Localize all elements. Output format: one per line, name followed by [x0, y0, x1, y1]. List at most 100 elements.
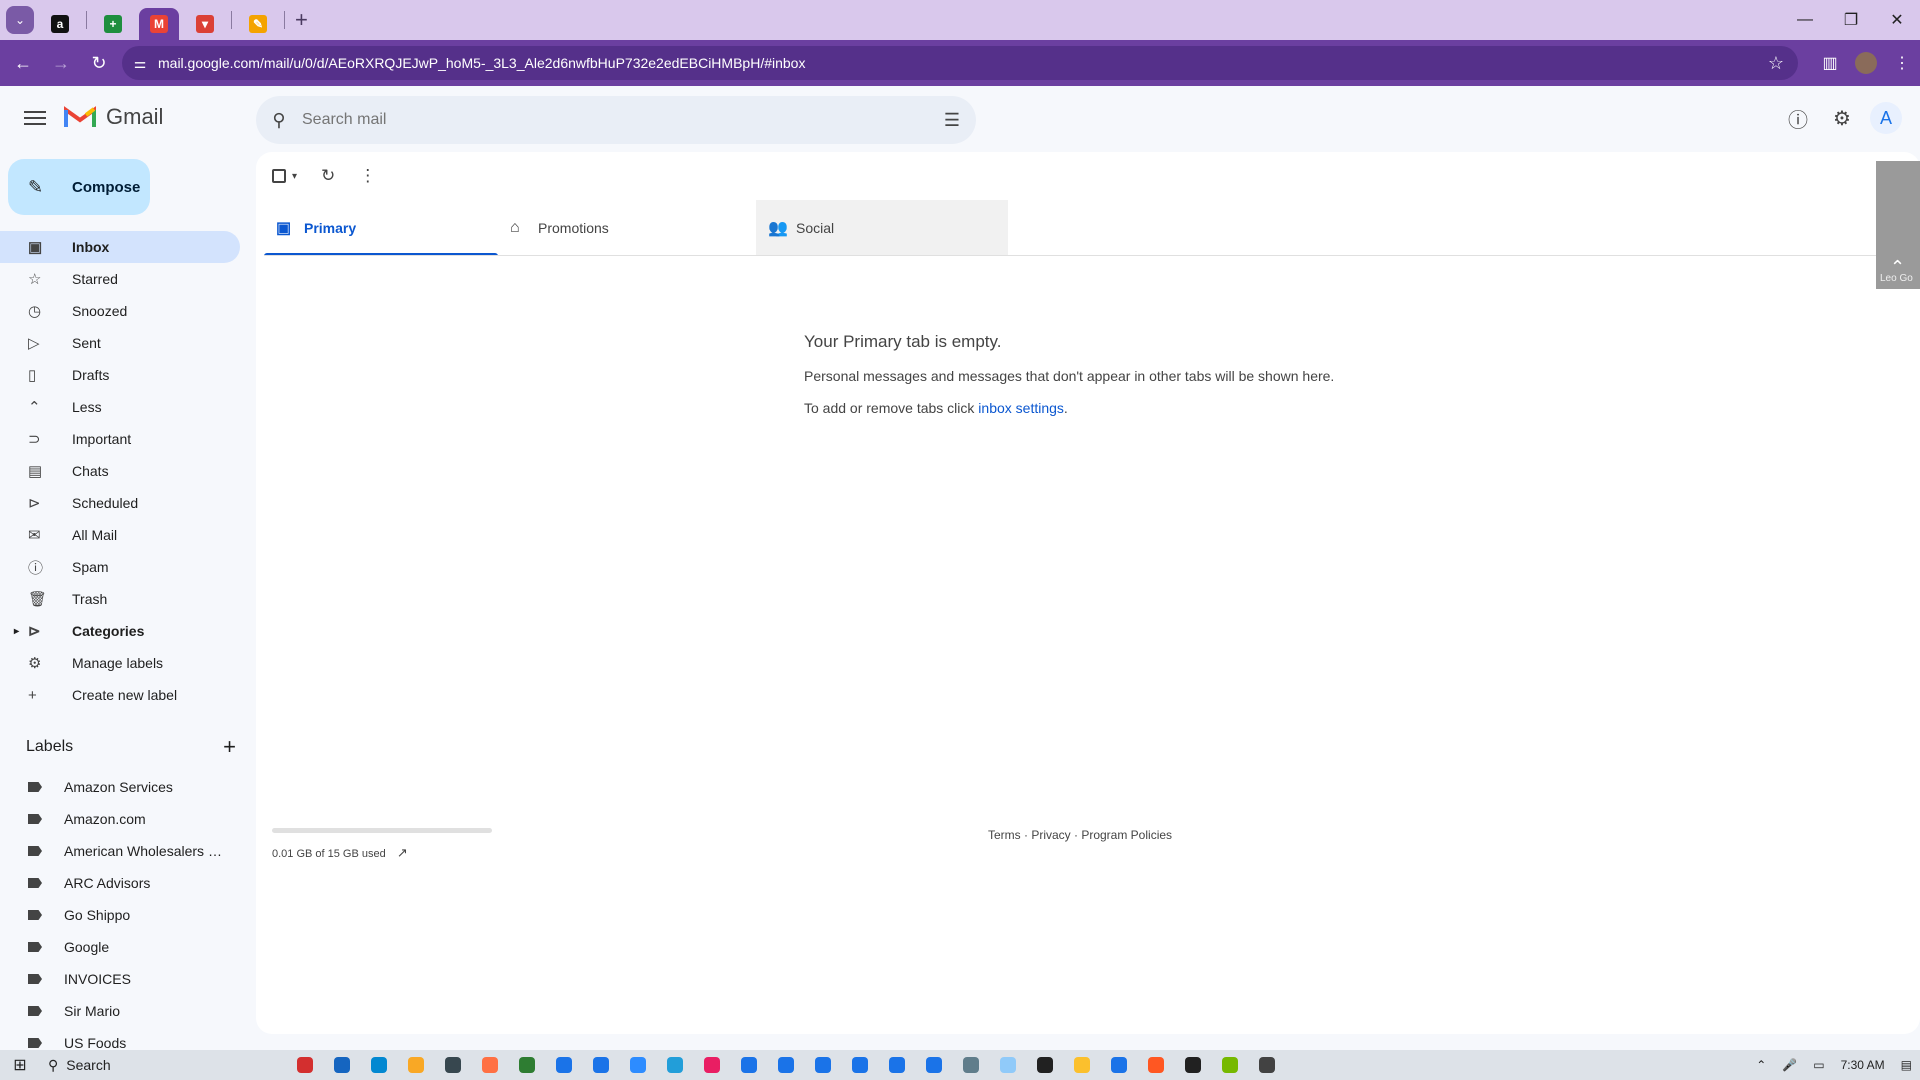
taskbar-app-icon[interactable] [323, 1057, 360, 1073]
profile-avatar[interactable] [1855, 52, 1877, 74]
taskbar-app-icon[interactable] [434, 1057, 471, 1073]
tray-chevron-icon[interactable]: ⌃ [1756, 1058, 1766, 1072]
taskbar-app-icon[interactable] [1026, 1057, 1063, 1073]
sidebar-item-important[interactable]: ⊃ Important [0, 423, 240, 455]
browser-tab[interactable]: a [40, 8, 80, 40]
taskbar-app-icon[interactable] [582, 1057, 619, 1073]
battery-icon[interactable]: ▭ [1813, 1058, 1824, 1072]
taskbar-app-icon[interactable] [619, 1057, 656, 1073]
search-icon[interactable]: ⚲ [256, 110, 302, 131]
tab-search-icon[interactable]: ⌄ [6, 6, 34, 34]
sidebar-item-inbox[interactable]: ▣ Inbox [0, 231, 240, 263]
search-options-icon[interactable]: ☰ [944, 110, 960, 131]
sidebar-item-categories[interactable]: ▸ ⊳ Categories [0, 615, 240, 647]
taskbar-app-icon[interactable] [360, 1057, 397, 1073]
main-menu-icon[interactable] [24, 107, 46, 129]
help-icon[interactable]: ⓘ [1776, 104, 1820, 133]
taskbar-app-icon[interactable] [471, 1057, 508, 1073]
taskbar-app-icon[interactable] [1100, 1057, 1137, 1073]
taskbar-app-icon[interactable] [804, 1057, 841, 1073]
taskbar-app-icon[interactable] [545, 1057, 582, 1073]
reload-icon[interactable]: ↻ [84, 53, 114, 74]
taskbar-app-icon[interactable] [989, 1057, 1026, 1073]
taskbar-app-icon[interactable] [508, 1057, 545, 1073]
bookmark-star-icon[interactable]: ☆ [1768, 53, 1784, 74]
sidebar-item-sent[interactable]: ▷ Sent [0, 327, 240, 359]
microphone-icon[interactable]: 🎤 [1782, 1058, 1797, 1072]
address-bar[interactable]: ⚌ mail.google.com/mail/u/0/d/AEoRXRQJEJw… [122, 46, 1798, 80]
restore-icon[interactable]: ❐ [1828, 10, 1874, 30]
account-avatar[interactable]: A [1870, 102, 1902, 134]
sidebar-item-all-mail[interactable]: ✉ All Mail [0, 519, 240, 551]
refresh-icon[interactable]: ↻ [321, 166, 335, 186]
sidebar-item-scheduled[interactable]: ⊳ Scheduled [0, 487, 240, 519]
taskbar-app-icon[interactable] [1248, 1057, 1285, 1073]
taskbar-app-icon[interactable] [878, 1057, 915, 1073]
browser-tab[interactable]: ✎ [238, 8, 278, 40]
label-item[interactable]: Amazon.com [0, 803, 240, 835]
taskbar-search[interactable]: ⚲ Search [40, 1050, 230, 1080]
label-item[interactable]: Google [0, 931, 240, 963]
taskbar-app-icon[interactable] [1211, 1057, 1248, 1073]
sidebar-item-spam[interactable]: ⓘ Spam [0, 551, 240, 583]
forward-icon[interactable]: → [46, 53, 76, 74]
gmail-logo[interactable]: Gmail [64, 104, 163, 130]
taskbar-app-icon[interactable] [1063, 1057, 1100, 1073]
taskbar-app-icon[interactable] [1174, 1057, 1211, 1073]
taskbar-app-icon[interactable] [730, 1057, 767, 1073]
taskbar-app-icon[interactable] [286, 1057, 323, 1073]
taskbar-app-icon[interactable] [693, 1057, 730, 1073]
url-text[interactable]: mail.google.com/mail/u/0/d/AEoRXRQJEJwP_… [158, 55, 805, 71]
close-icon[interactable]: ✕ [1874, 10, 1920, 30]
site-info-icon[interactable]: ⚌ [122, 55, 158, 72]
open-storage-icon[interactable]: ↗ [397, 845, 408, 860]
minimize-icon[interactable]: — [1782, 11, 1828, 29]
tab-social[interactable]: 👥 Social [756, 200, 1008, 256]
side-panel-icon[interactable]: ▥ [1812, 53, 1848, 73]
sidebar-item-drafts[interactable]: ▯ Drafts [0, 359, 240, 391]
taskbar-app-icon[interactable] [767, 1057, 804, 1073]
footer-links[interactable]: Terms · Privacy · Program Policies [988, 828, 1172, 842]
search-input[interactable] [302, 111, 902, 129]
sidebar-item-chats[interactable]: ▤ Chats [0, 455, 240, 487]
taskbar-app-icon[interactable] [397, 1057, 434, 1073]
browser-menu-icon[interactable]: ⋮ [1884, 53, 1920, 73]
compose-button[interactable]: ✎ Compose [8, 159, 150, 215]
clock-time[interactable]: 7:30 AM [1841, 1058, 1885, 1072]
sidebar-item-trash[interactable]: 🗑 Trash [0, 583, 240, 615]
browser-tab[interactable]: M [139, 8, 179, 40]
select-all-checkbox[interactable] [272, 169, 286, 183]
new-tab-button[interactable]: + [295, 7, 308, 33]
sidebar-item-snoozed[interactable]: ◷ Snoozed [0, 295, 240, 327]
select-caret-icon[interactable]: ▾ [292, 171, 297, 182]
browser-tab[interactable]: ▾ [185, 8, 225, 40]
label-item[interactable]: Go Shippo [0, 899, 240, 931]
label-item[interactable]: INVOICES [0, 963, 240, 995]
taskbar-app-icon[interactable] [841, 1057, 878, 1073]
windows-start-icon[interactable]: ⊞ [0, 1055, 40, 1075]
label-item[interactable]: American Wholesalers L... [0, 835, 240, 867]
add-label-plus-icon[interactable]: + [223, 734, 236, 760]
side-video-thumbnail[interactable]: ⌃ Leo Go [1876, 161, 1920, 289]
settings-gear-icon[interactable]: ⚙ [1820, 106, 1864, 131]
search-bar[interactable]: ⚲ ☰ [256, 96, 976, 144]
more-options-icon[interactable]: ⋮ [359, 166, 376, 186]
label-item[interactable]: Sir Mario [0, 995, 240, 1027]
tab-primary[interactable]: ▣ Primary [264, 200, 498, 256]
tab-promotions[interactable]: ⌂ Promotions [498, 200, 732, 256]
sidebar-item-starred[interactable]: ☆ Starred [0, 263, 240, 295]
taskbar-app-icon[interactable] [656, 1057, 693, 1073]
taskbar-app-icon[interactable] [952, 1057, 989, 1073]
inbox-settings-link[interactable]: inbox settings [978, 400, 1064, 416]
sidebar-item-create-new-label[interactable]: + Create new label [0, 679, 240, 711]
browser-tab[interactable]: + [93, 8, 133, 40]
expand-arrow-icon[interactable]: ▸ [14, 626, 19, 637]
label-item[interactable]: ARC Advisors [0, 867, 240, 899]
notifications-icon[interactable]: ▤ [1901, 1058, 1912, 1072]
sidebar-item-less[interactable]: ⌃ Less [0, 391, 240, 423]
back-icon[interactable]: ← [8, 53, 38, 74]
taskbar-app-icon[interactable] [915, 1057, 952, 1073]
label-item[interactable]: Amazon Services [0, 771, 240, 803]
sidebar-item-manage-labels[interactable]: ⚙ Manage labels [0, 647, 240, 679]
taskbar-app-icon[interactable] [1137, 1057, 1174, 1073]
